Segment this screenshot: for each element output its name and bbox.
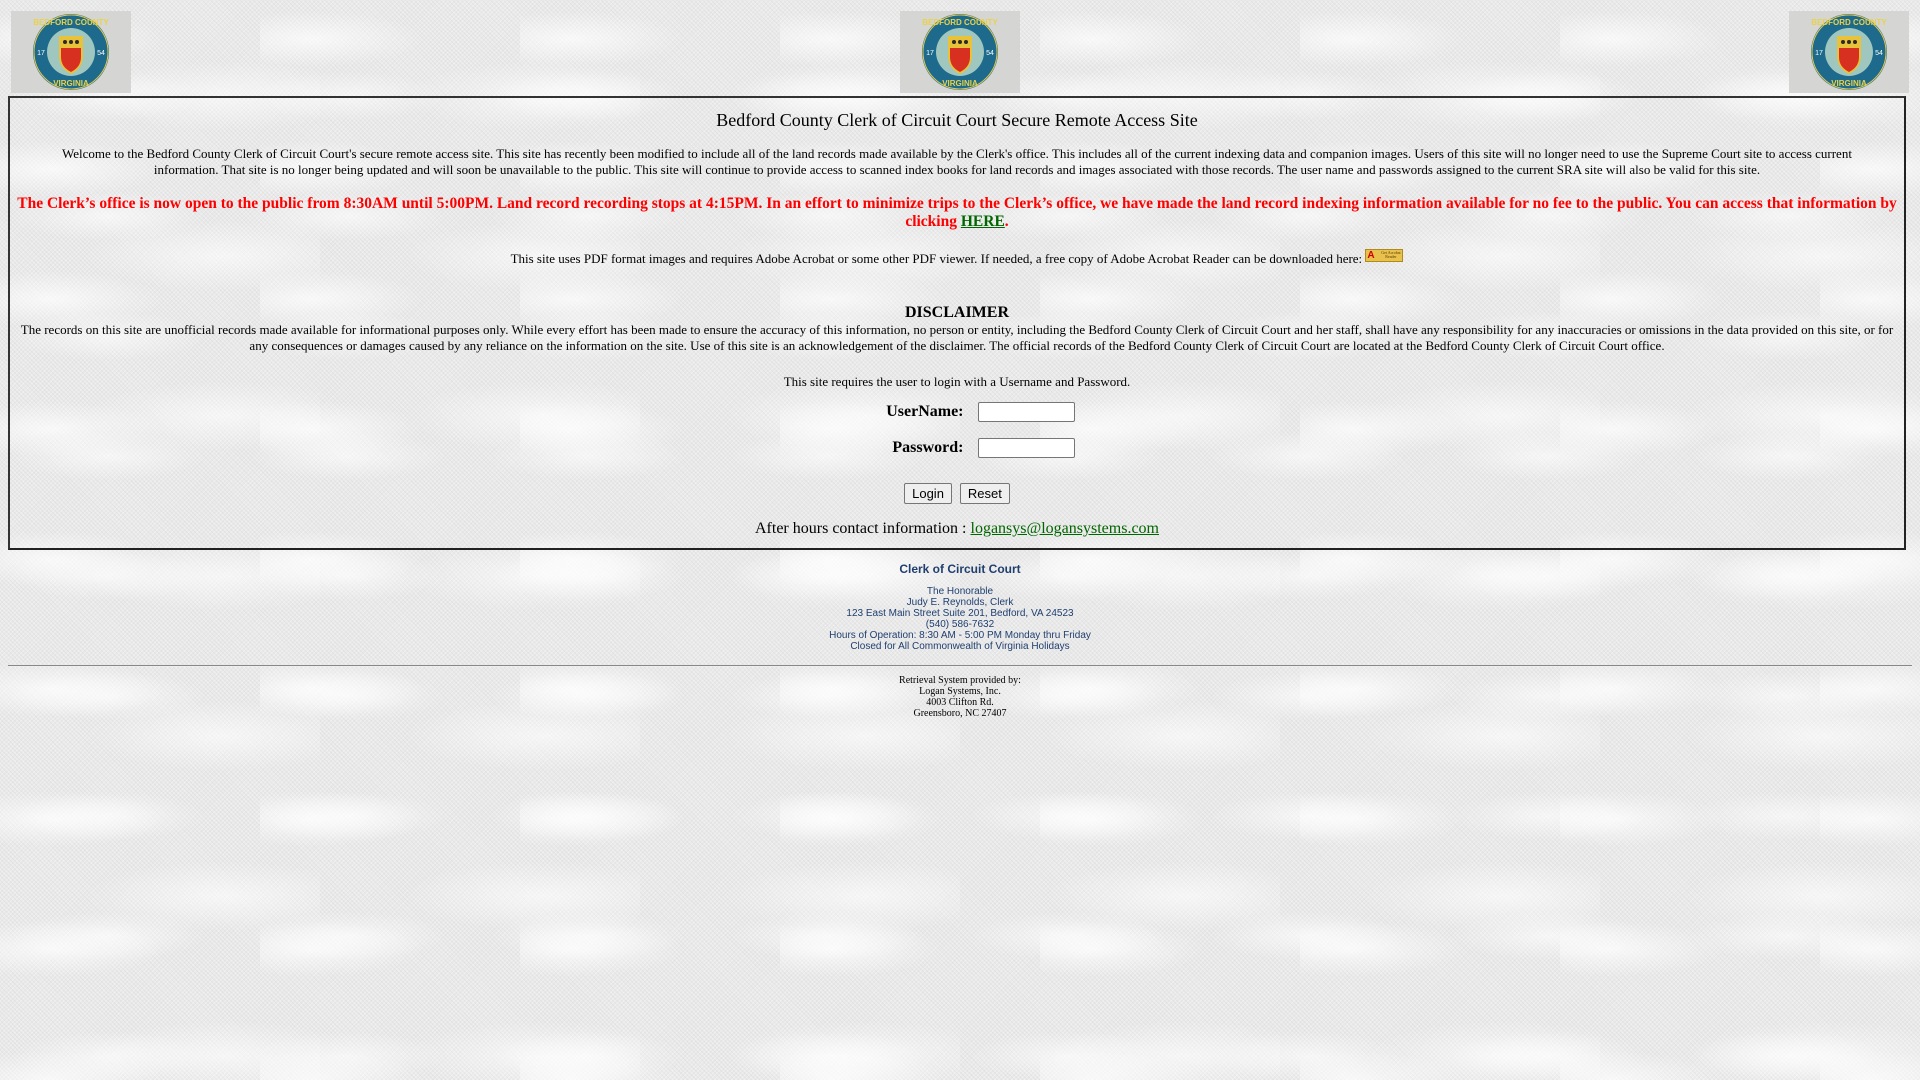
username-row: UserName: — [10, 400, 1904, 424]
svg-text:VIRGINIA: VIRGINIA — [1831, 79, 1867, 88]
acrobat-badge-text: Get Acrobat Reader — [1381, 250, 1401, 259]
county-seal-icon: BEDFORD COUNTY VIRGINIA 17 54 — [1811, 14, 1887, 90]
svg-text:17: 17 — [1815, 50, 1823, 57]
reset-button[interactable]: Reset — [959, 483, 1010, 504]
svg-text:BEDFORD COUNTY: BEDFORD COUNTY — [33, 18, 109, 27]
svg-text:VIRGINIA: VIRGINIA — [53, 79, 89, 88]
notice-text: The Clerk’s office is now open to the pu… — [17, 195, 1897, 230]
clerk-title: Clerk of Circuit Court — [899, 562, 1021, 576]
pdf-viewer-note: This site uses PDF format images and req… — [10, 249, 1904, 267]
password-label: Password: — [892, 439, 964, 456]
provider-info: Retrieval System provided by: Logan Syst… — [0, 675, 1920, 719]
disclaimer-heading: DISCLAIMER — [904, 304, 1009, 321]
disclaimer-text: The records on this site are unofficial … — [20, 322, 1894, 353]
clerk-line-name: Judy E. Reynolds, Clerk — [906, 597, 1014, 608]
provider-line-company: Logan Systems, Inc. — [919, 686, 1001, 697]
county-seal-icon: BEDFORD COUNTY VIRGINIA 17 54 — [33, 14, 109, 90]
clerk-info: Clerk of Circuit Court The Honorable Jud… — [0, 562, 1920, 652]
county-seal-icon: BEDFORD COUNTY VIRGINIA 17 54 — [922, 14, 998, 90]
page-title: Bedford County Clerk of Circuit Court Se… — [716, 110, 1198, 130]
svg-text:54: 54 — [1875, 50, 1883, 57]
free-index-link[interactable]: HERE — [961, 213, 1005, 230]
header-logos: BEDFORD COUNTY VIRGINIA 17 54 BEDFORD CO… — [0, 0, 1920, 96]
clerk-details: The Honorable Judy E. Reynolds, Clerk 12… — [0, 586, 1920, 652]
login-form: UserName: Password: Login Reset — [10, 400, 1904, 504]
svg-text:BEDFORD COUNTY: BEDFORD COUNTY — [922, 18, 998, 27]
svg-text:54: 54 — [986, 50, 994, 57]
pdf-note-text: This site uses PDF format images and req… — [510, 251, 1366, 266]
clerk-line-hours: Hours of Operation: 8:30 AM - 5:00 PM Mo… — [829, 630, 1091, 641]
clerk-line-holidays: Closed for All Commonwealth of Virginia … — [850, 641, 1070, 652]
county-seal-logo-right: BEDFORD COUNTY VIRGINIA 17 54 — [1789, 11, 1909, 93]
login-button[interactable]: Login — [904, 483, 952, 504]
contact-label: After hours contact information : — [755, 520, 971, 537]
contact-email-link[interactable]: logansys@logansystems.com — [971, 520, 1160, 537]
form-buttons: Login Reset — [10, 483, 1904, 504]
clerk-line-phone: (540) 586-7632 — [925, 619, 995, 630]
welcome-text: Welcome to the Bedford County Clerk of C… — [62, 146, 1852, 177]
adobe-logo-icon: A — [1367, 250, 1375, 261]
provider-line-label: Retrieval System provided by: — [899, 675, 1021, 686]
svg-text:54: 54 — [97, 50, 105, 57]
password-input[interactable] — [977, 438, 1075, 458]
notice-end: . — [1004, 213, 1009, 230]
county-seal-logo-center: BEDFORD COUNTY VIRGINIA 17 54 — [900, 11, 1020, 93]
county-seal-logo-left: BEDFORD COUNTY VIRGINIA 17 54 — [11, 11, 131, 93]
acrobat-reader-download-icon[interactable]: A Get Acrobat Reader — [1365, 249, 1404, 262]
svg-text:17: 17 — [37, 50, 45, 57]
login-prompt: This site requires the user to login wit… — [783, 374, 1131, 389]
clerk-line-honorable: The Honorable — [926, 586, 994, 597]
username-input[interactable] — [977, 402, 1075, 422]
provider-line-city: Greensboro, NC 27407 — [913, 708, 1007, 719]
username-label: UserName: — [886, 403, 964, 420]
password-row: Password: — [10, 436, 1904, 460]
svg-text:17: 17 — [926, 50, 934, 57]
svg-text:VIRGINIA: VIRGINIA — [942, 79, 978, 88]
after-hours-contact: After hours contact information : logans… — [10, 519, 1904, 539]
footer-divider — [8, 665, 1912, 667]
provider-line-street: 4003 Clifton Rd. — [926, 697, 994, 708]
svg-text:BEDFORD COUNTY: BEDFORD COUNTY — [1811, 18, 1887, 27]
office-hours-notice: The Clerk’s office is now open to the pu… — [14, 195, 1900, 231]
clerk-line-address: 123 East Main Street Suite 201, Bedford,… — [846, 608, 1074, 619]
main-content-box: Bedford County Clerk of Circuit Court Se… — [8, 96, 1906, 550]
